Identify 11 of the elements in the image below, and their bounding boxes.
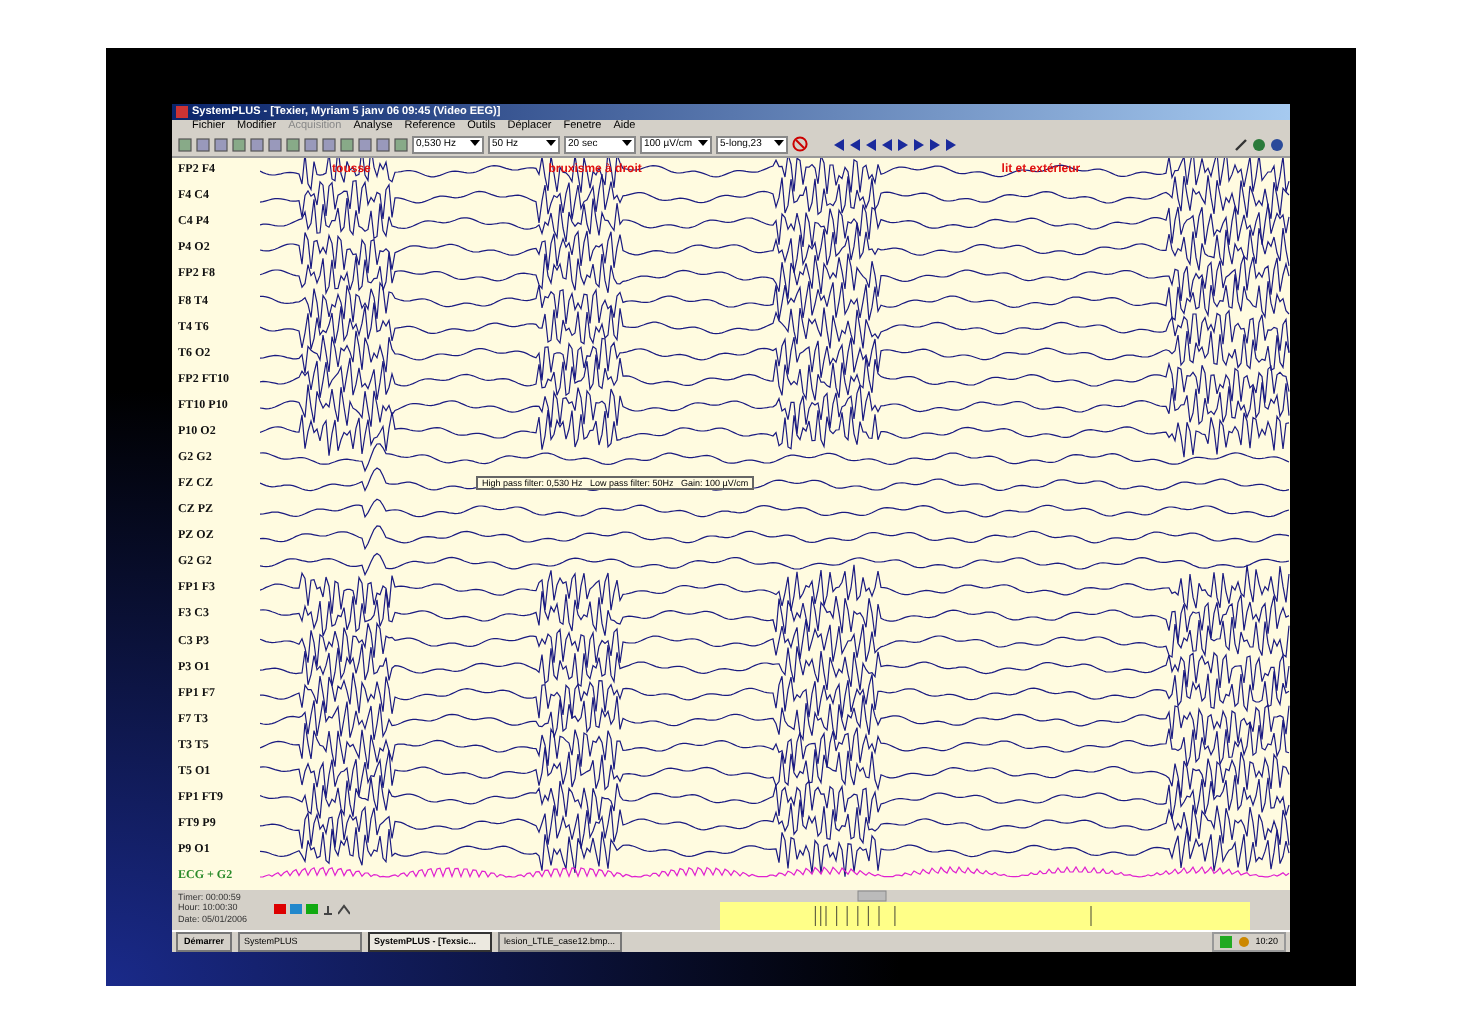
caret-icon [622, 140, 632, 149]
caret-icon [470, 140, 480, 149]
tool-icon[interactable] [321, 903, 334, 916]
tool-icon[interactable] [337, 903, 350, 916]
timeline-drawing[interactable] [714, 889, 1250, 930]
caret-icon [546, 140, 556, 149]
pen-icon[interactable] [1234, 137, 1248, 152]
app-icon [176, 105, 188, 118]
caret-icon [698, 140, 709, 149]
caret-icon [774, 140, 785, 149]
stop-icon[interactable] [792, 136, 809, 153]
